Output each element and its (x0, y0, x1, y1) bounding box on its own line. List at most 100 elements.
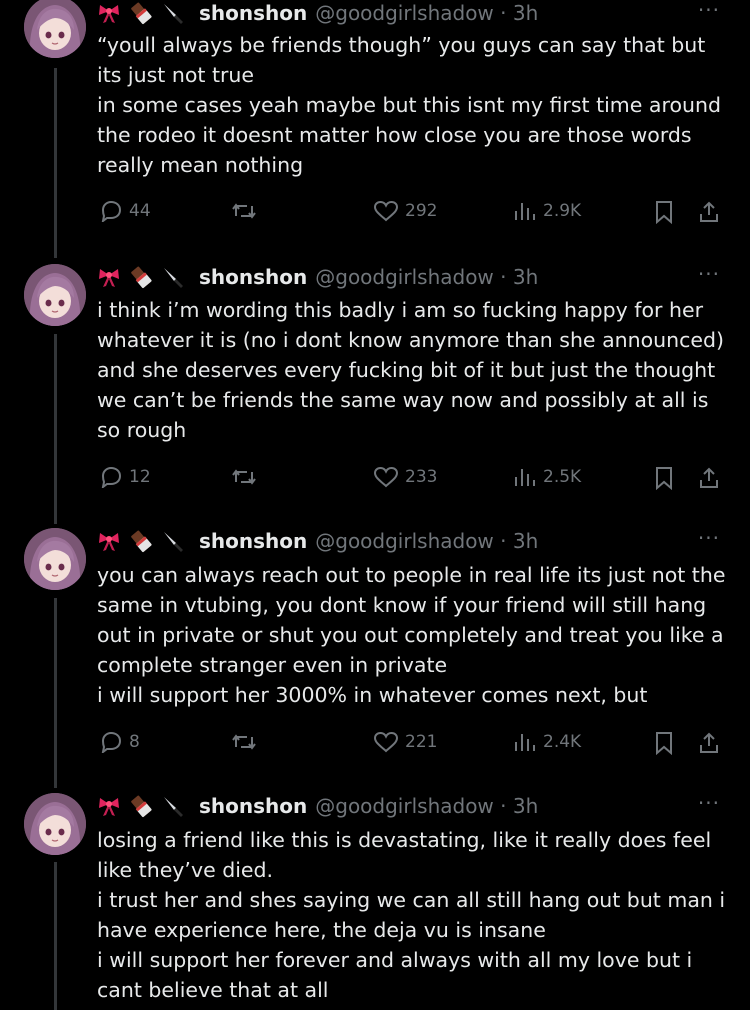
author-name[interactable]: shonshon (199, 1, 307, 25)
author-handle-time[interactable]: @goodgirlshadow · 3h (315, 1, 538, 25)
ribbon-icon (97, 1, 121, 25)
reply-count: 44 (129, 201, 151, 221)
ribbon-icon (97, 265, 121, 289)
tweet-text: “youll always be friends though” you guy… (97, 30, 737, 180)
views-button[interactable]: 2.9K (513, 200, 581, 222)
tweet[interactable]: shonshon @goodgirlshadow · 3h ··· i thin… (0, 262, 750, 504)
action-bar: 8 221 2.4K (97, 731, 727, 757)
tweet-header: shonshon @goodgirlshadow · 3h (97, 793, 538, 819)
action-bar: 44 292 2.9K (97, 200, 727, 226)
retweet-button[interactable] (230, 466, 264, 488)
chocolate-icon (129, 265, 153, 289)
like-icon (373, 200, 399, 222)
knife-icon (161, 794, 185, 818)
chocolate-icon (129, 529, 153, 553)
knife-icon (161, 1, 185, 25)
tweet-line: losing a friend like this is devastating… (97, 828, 712, 852)
like-icon (373, 731, 399, 753)
tweet-text: losing a friend like this is devastating… (97, 825, 737, 1005)
tweet-line: really mean nothing (97, 153, 304, 177)
tweet-text: i think i’m wording this badly i am so f… (97, 295, 737, 445)
like-count: 221 (405, 732, 438, 752)
share-icon (700, 201, 718, 222)
reply-count: 8 (129, 732, 140, 752)
tweet-line: “youll always be friends though” you guy… (97, 33, 706, 57)
like-button[interactable]: 292 (373, 200, 437, 222)
retweet-icon (232, 203, 256, 219)
bookmark-button[interactable] (653, 466, 681, 490)
tweet[interactable]: shonshon @goodgirlshadow · 3h ··· you ca… (0, 526, 750, 768)
knife-icon (161, 529, 185, 553)
reply-icon (101, 200, 122, 222)
tweet[interactable]: shonshon @goodgirlshadow · 3h ··· losing… (0, 791, 750, 1010)
reply-button[interactable]: 12 (99, 466, 151, 488)
reply-icon (101, 731, 122, 753)
share-button[interactable] (697, 466, 727, 490)
author-name[interactable]: shonshon (199, 794, 307, 818)
view-count: 2.9K (543, 201, 582, 221)
tweet-line: the rodeo it doesnt matter how close you… (97, 123, 692, 147)
bookmark-icon (656, 201, 672, 224)
tweet-line: cant believe that at all (97, 978, 329, 1002)
avatar[interactable] (24, 0, 86, 58)
avatar[interactable] (24, 264, 86, 326)
author-handle-time[interactable]: @goodgirlshadow · 3h (315, 529, 538, 553)
view-count: 2.4K (543, 732, 582, 752)
tweet-line: complete stranger even in private (97, 653, 448, 677)
retweet-button[interactable] (230, 731, 264, 753)
like-count: 292 (405, 201, 438, 221)
tweet-line: so rough (97, 418, 187, 442)
views-button[interactable]: 2.4K (513, 731, 581, 753)
more-options-icon[interactable]: ··· (698, 262, 720, 286)
chocolate-icon (129, 1, 153, 25)
share-icon (700, 732, 718, 753)
bookmark-button[interactable] (653, 200, 681, 224)
more-options-icon[interactable]: ··· (698, 0, 720, 22)
chocolate-icon (129, 794, 153, 818)
tweet-header: shonshon @goodgirlshadow · 3h (97, 264, 538, 290)
author-name[interactable]: shonshon (199, 529, 307, 553)
tweet-line: in some cases yeah maybe but this isnt m… (97, 93, 721, 117)
retweet-icon (232, 469, 256, 485)
views-icon (515, 469, 535, 486)
reply-button[interactable]: 8 (99, 731, 140, 753)
share-icon (700, 467, 718, 488)
tweet-text: you can always reach out to people in re… (97, 560, 737, 710)
views-button[interactable]: 2.5K (513, 466, 581, 488)
tweet-line: whatever it is (no i dont know anymore t… (97, 328, 725, 352)
views-icon (515, 203, 535, 220)
retweet-icon (232, 734, 256, 750)
avatar[interactable] (24, 528, 86, 590)
bookmark-button[interactable] (653, 731, 681, 755)
avatar[interactable] (24, 793, 86, 855)
action-bar: 12 233 2.5K (97, 466, 727, 492)
like-button[interactable]: 221 (373, 731, 437, 753)
author-name[interactable]: shonshon (199, 265, 307, 289)
tweet-line: you can always reach out to people in re… (97, 563, 726, 587)
share-button[interactable] (697, 200, 727, 224)
author-handle-time[interactable]: @goodgirlshadow · 3h (315, 794, 538, 818)
reply-button[interactable]: 44 (99, 200, 151, 222)
reply-icon (101, 466, 122, 488)
tweet-header: shonshon @goodgirlshadow · 3h (97, 0, 538, 26)
tweet-line: have experience here, the deja vu is ins… (97, 918, 546, 942)
more-options-icon[interactable]: ··· (698, 791, 720, 815)
retweet-button[interactable] (230, 200, 264, 222)
share-button[interactable] (697, 731, 727, 755)
author-handle-time[interactable]: @goodgirlshadow · 3h (315, 265, 538, 289)
tweet-line: we can’t be friends the same way now and… (97, 388, 709, 412)
tweet-line: out in private or shut you out completel… (97, 623, 724, 647)
ribbon-icon (97, 794, 121, 818)
ribbon-icon (97, 529, 121, 553)
tweet-line: i will support her 3000% in whatever com… (97, 683, 648, 707)
tweet-line: its just not true (97, 63, 255, 87)
view-count: 2.5K (543, 467, 582, 487)
tweet-line: like they’ve died. (97, 858, 274, 882)
like-count: 233 (405, 467, 438, 487)
more-options-icon[interactable]: ··· (698, 526, 720, 550)
knife-icon (161, 265, 185, 289)
like-button[interactable]: 233 (373, 466, 437, 488)
tweet[interactable]: shonshon @goodgirlshadow · 3h ··· “youll… (0, 0, 750, 240)
reply-count: 12 (129, 467, 151, 487)
bookmark-icon (656, 732, 672, 755)
